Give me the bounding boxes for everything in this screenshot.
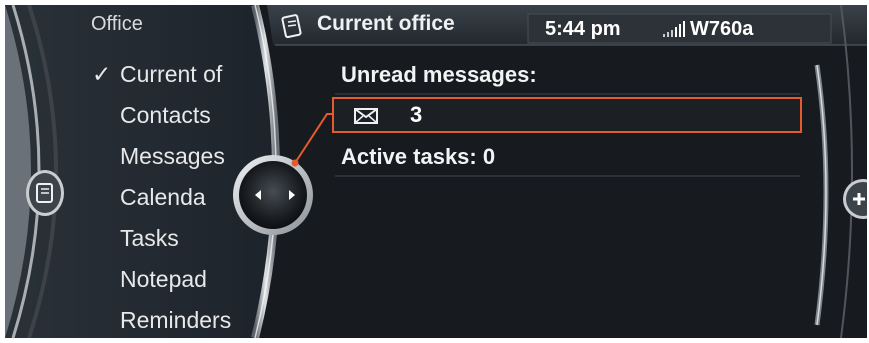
unread-messages-row[interactable] bbox=[333, 98, 801, 132]
notebook-icon bbox=[26, 170, 64, 216]
idrive-screen: Office ✓ Current of Contacts Messages Ca… bbox=[5, 5, 867, 338]
menu-item-calendar[interactable]: Calenda bbox=[120, 184, 206, 211]
controller-knob[interactable] bbox=[239, 183, 307, 207]
menu-item-label: Tasks bbox=[120, 225, 179, 251]
menu-item-label: Notepad bbox=[120, 266, 207, 292]
menu-item-label: Calenda bbox=[120, 184, 206, 210]
checkmark-icon: ✓ bbox=[92, 61, 112, 87]
left-panel-title: Office bbox=[91, 13, 143, 35]
menu-item-contacts[interactable]: Contacts bbox=[120, 102, 211, 129]
menu-item-label: Messages bbox=[120, 143, 225, 169]
active-tasks-item[interactable]: Active tasks: 0 bbox=[341, 144, 495, 170]
envelope-icon bbox=[354, 108, 378, 124]
menu-item-tasks[interactable]: Tasks bbox=[120, 225, 179, 252]
menu-item-notepad[interactable]: Notepad bbox=[120, 266, 207, 293]
plus-icon bbox=[843, 179, 867, 219]
clock: 5:44 pm bbox=[545, 18, 621, 40]
menu-item-reminders[interactable]: Reminders bbox=[120, 307, 231, 334]
unread-count: 3 bbox=[410, 102, 423, 127]
menu-item-current-office[interactable]: ✓ Current of bbox=[92, 61, 223, 88]
unread-messages-label: Unread messages: bbox=[341, 62, 537, 87]
page-title: Current office bbox=[317, 12, 455, 35]
left-rail-button[interactable] bbox=[25, 169, 65, 217]
notebook-icon bbox=[279, 13, 305, 39]
signal-bars-icon bbox=[661, 20, 687, 40]
menu-item-label: Reminders bbox=[120, 307, 232, 333]
menu-item-label: Current of bbox=[120, 61, 223, 87]
left-right-arrows-icon bbox=[255, 190, 295, 200]
menu-item-messages[interactable]: Messages bbox=[120, 143, 225, 170]
options-plus-button[interactable] bbox=[841, 178, 867, 220]
menu-item-label: Contacts bbox=[120, 102, 211, 128]
network-name: W760a bbox=[690, 18, 754, 40]
